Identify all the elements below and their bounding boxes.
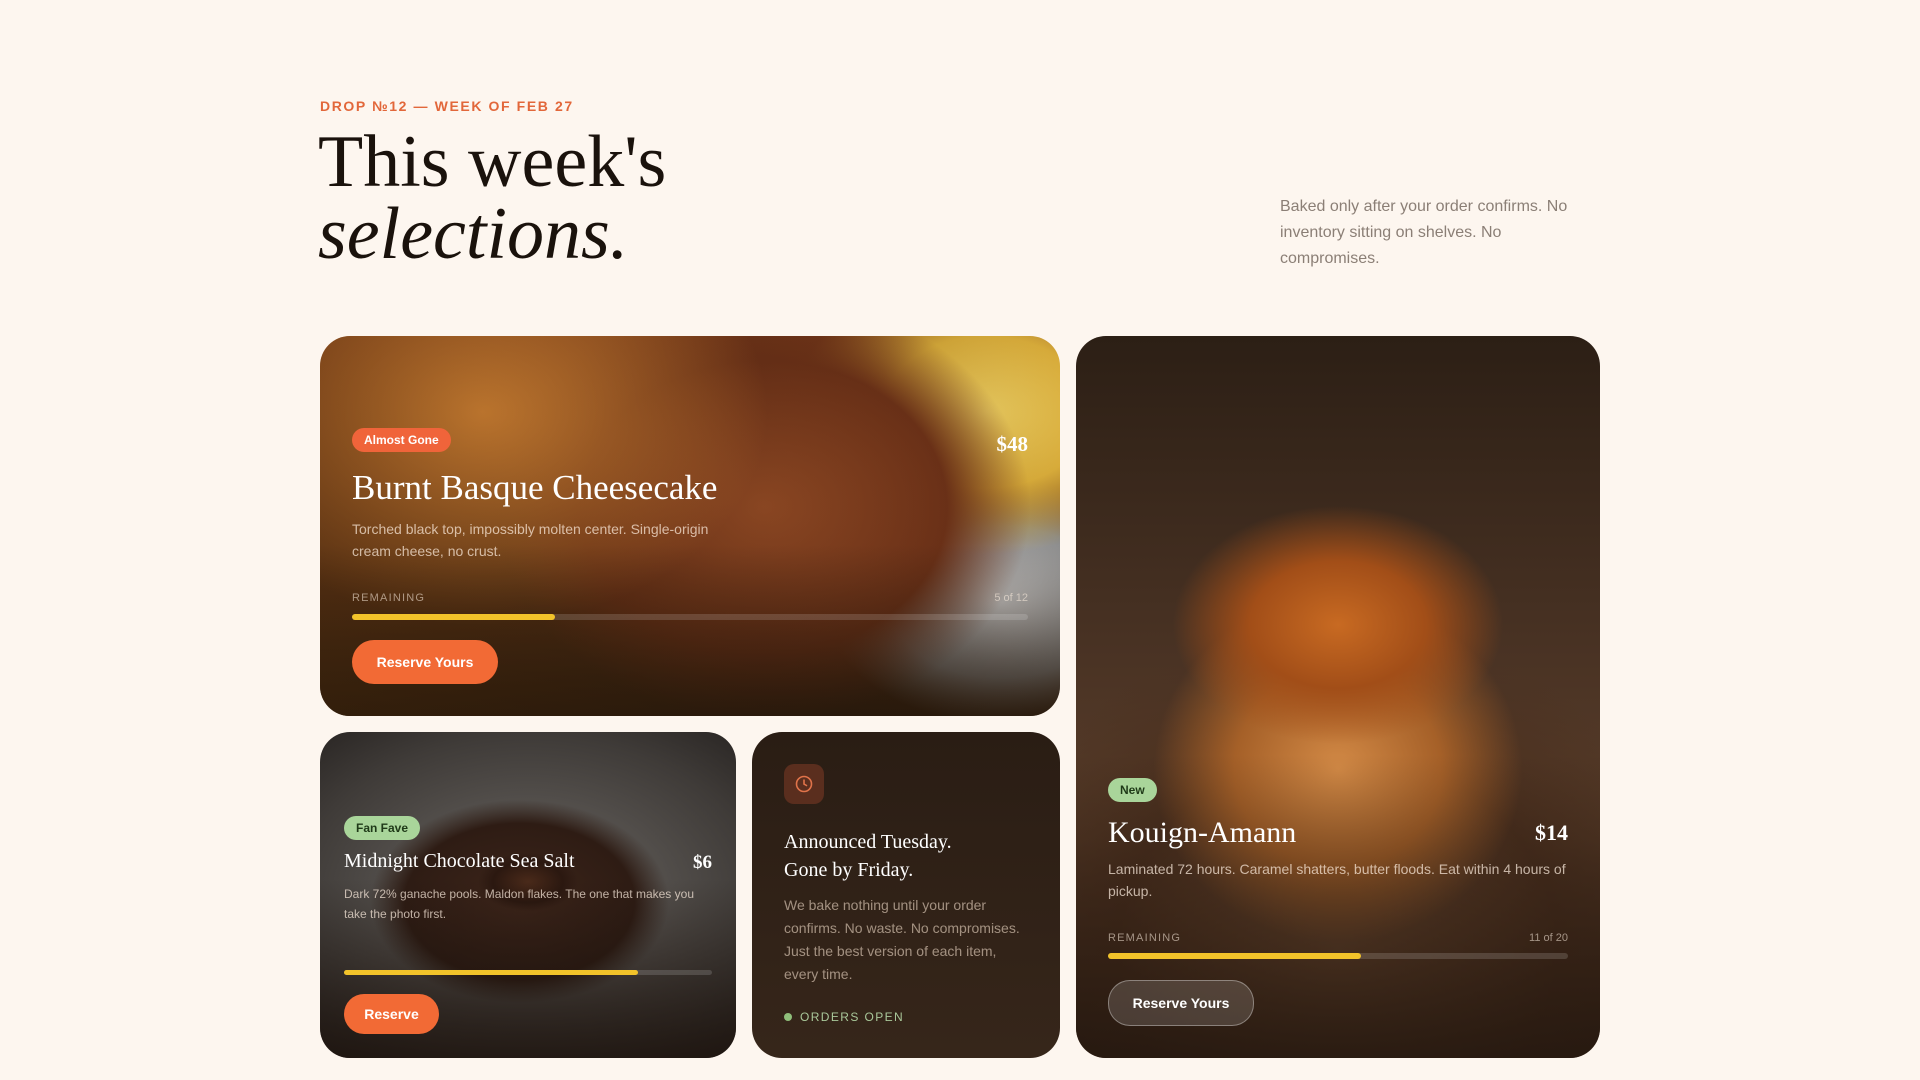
badge-new: New bbox=[1108, 778, 1157, 802]
remaining-label: REMAINING bbox=[1108, 932, 1182, 944]
status-dot-icon bbox=[784, 1013, 792, 1021]
info-title: Announced Tuesday. Gone by Friday. bbox=[784, 828, 1034, 884]
title-line-2: selections. bbox=[318, 193, 629, 275]
info-body: We bake nothing until your order confirm… bbox=[784, 897, 1020, 982]
product-card-kouign-amann: New Kouign-Amann $14 Laminated 72 hours.… bbox=[1076, 336, 1600, 1058]
remaining-progress-bar bbox=[344, 970, 712, 975]
status-label: ORDERS OPEN bbox=[800, 1010, 905, 1024]
reserve-button[interactable]: Reserve Yours bbox=[1108, 980, 1254, 1026]
product-description: Torched black top, impossibly molten cen… bbox=[352, 521, 709, 559]
product-card-cheesecake: Almost Gone $48 Burnt Basque Cheesecake … bbox=[320, 336, 1060, 716]
title-line-1: This week's bbox=[318, 121, 667, 203]
clock-icon bbox=[784, 764, 824, 804]
info-card: Announced Tuesday. Gone by Friday. We ba… bbox=[752, 732, 1060, 1058]
drop-eyebrow: DROP №12 — WEEK OF FEB 27 bbox=[320, 98, 574, 114]
remaining-count: 11 of 20 bbox=[1529, 932, 1568, 944]
info-title-line-1: Announced Tuesday. bbox=[784, 831, 952, 853]
remaining-label: REMAINING bbox=[352, 592, 426, 604]
remaining-progress-fill bbox=[352, 614, 555, 620]
badge-almost-gone: Almost Gone bbox=[352, 428, 451, 452]
product-price: $14 bbox=[1535, 820, 1568, 845]
product-price: $6 bbox=[693, 852, 712, 873]
product-card-chocolate: Fan Fave Midnight Chocolate Sea Salt $6 … bbox=[320, 732, 736, 1058]
badge-fan-fave: Fan Fave bbox=[344, 816, 421, 840]
product-name: Burnt Basque Cheesecake bbox=[352, 468, 718, 507]
product-name: Midnight Chocolate Sea Salt bbox=[344, 850, 575, 872]
remaining-progress-fill bbox=[1108, 953, 1361, 959]
remaining-progress-bar bbox=[352, 614, 1028, 620]
remaining-progress-fill bbox=[344, 970, 639, 975]
reserve-button[interactable]: Reserve Yours bbox=[352, 640, 498, 684]
product-price: $48 bbox=[996, 432, 1029, 456]
page-title: This week's selections. bbox=[318, 125, 666, 275]
reserve-button[interactable]: Reserve bbox=[344, 994, 439, 1034]
product-name: Kouign-Amann bbox=[1108, 816, 1297, 849]
remaining-progress-bar bbox=[1108, 953, 1568, 959]
intro-text: Baked only after your order confirms. No… bbox=[1280, 198, 1568, 267]
info-title-line-2: Gone by Friday. bbox=[784, 859, 914, 881]
product-description: Dark 72% ganache pools. Maldon flakes. T… bbox=[344, 887, 694, 921]
orders-status: ORDERS OPEN bbox=[784, 1010, 904, 1024]
remaining-count: 5 of 12 bbox=[994, 592, 1028, 604]
product-description: Laminated 72 hours. Caramel shatters, bu… bbox=[1108, 861, 1566, 899]
